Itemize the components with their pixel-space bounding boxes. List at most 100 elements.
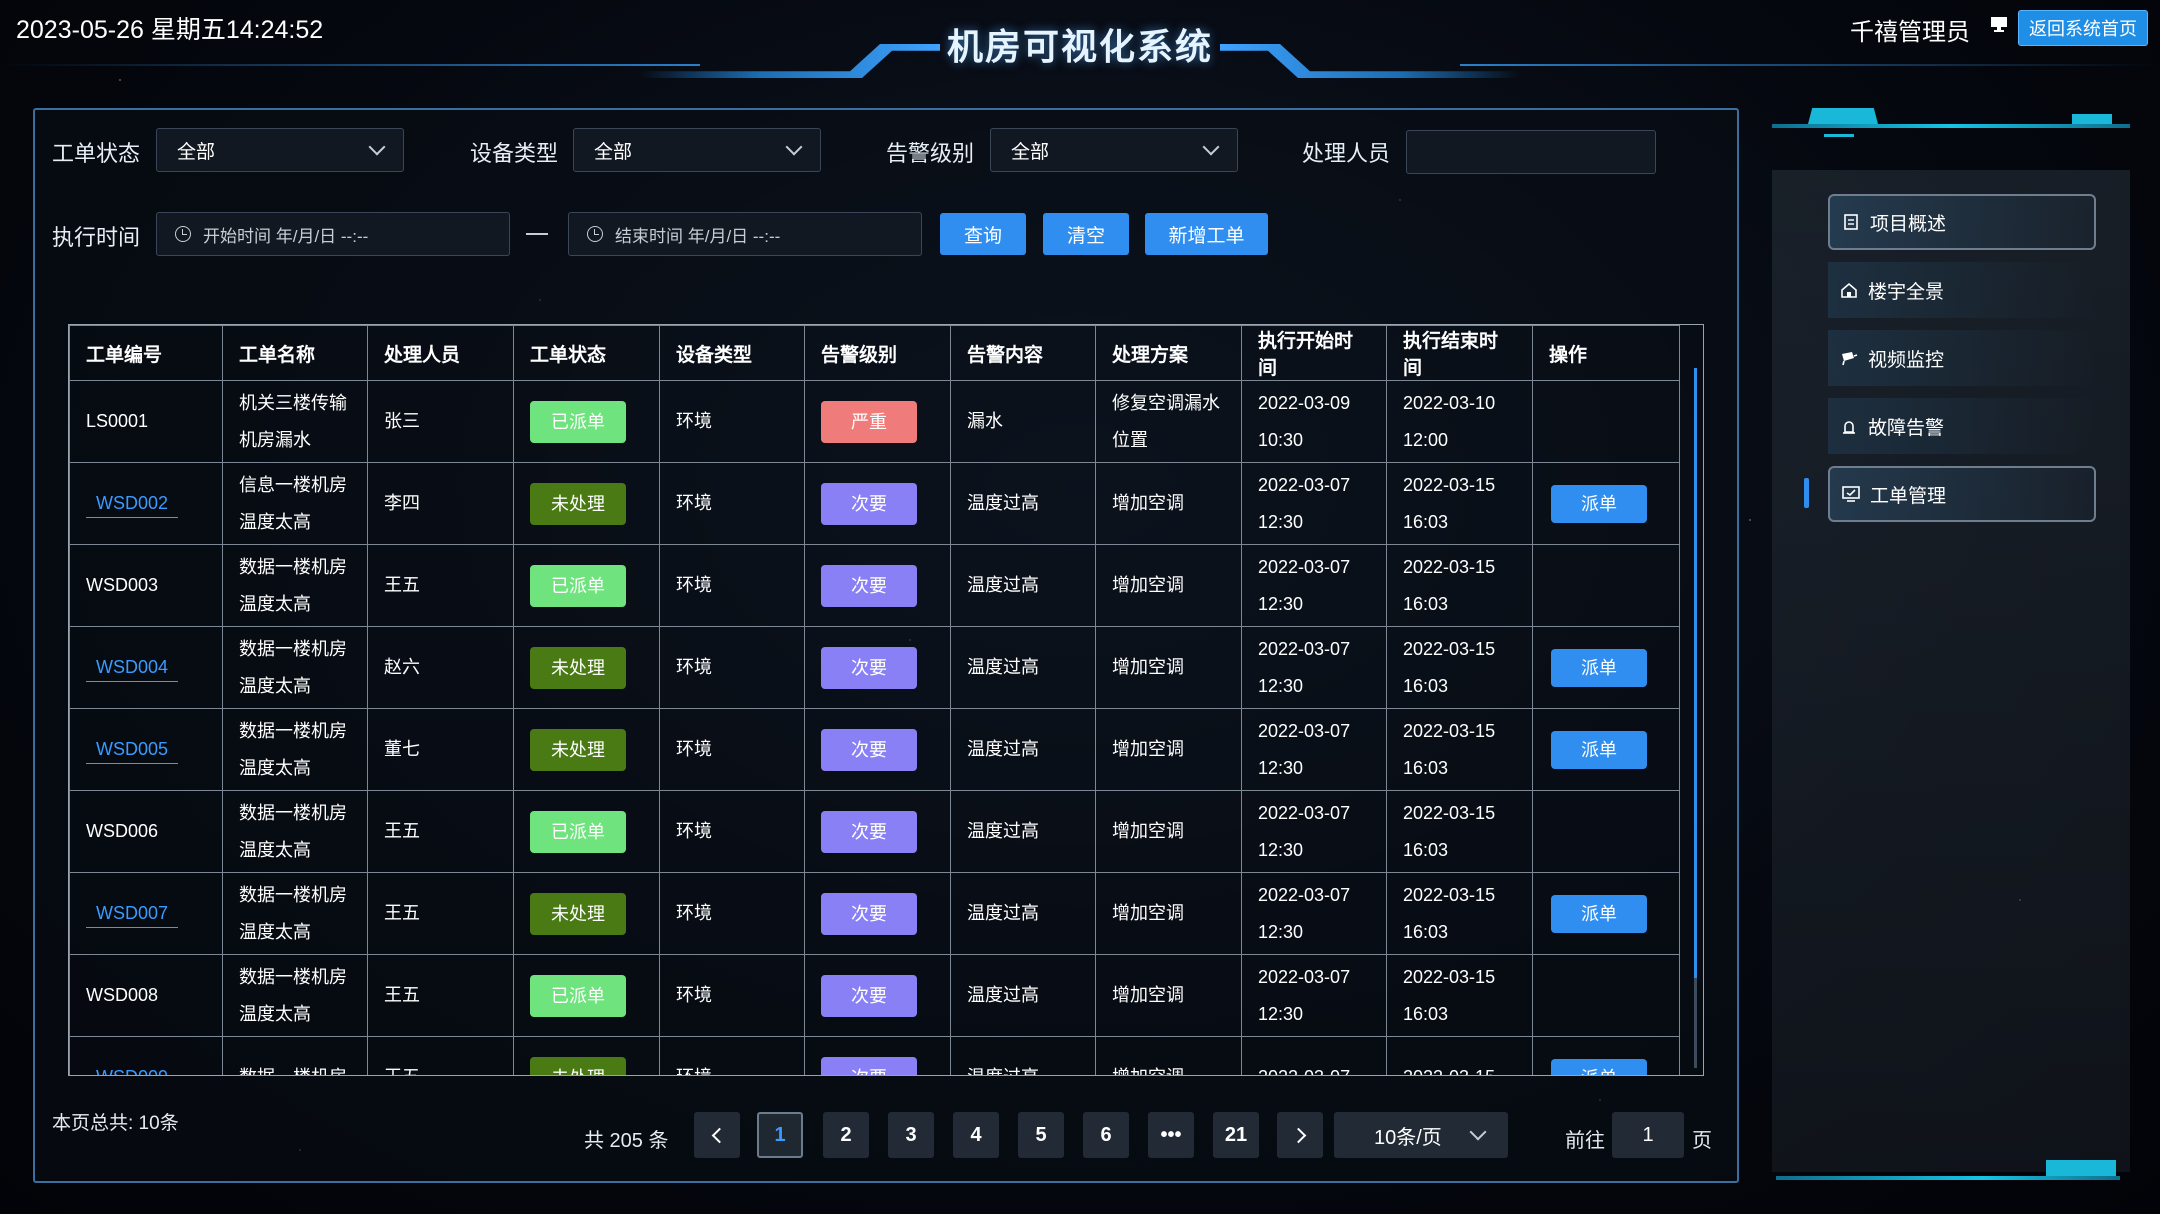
workorder-id-cell[interactable]: WSD009 — [69, 1036, 223, 1075]
page-size-select[interactable]: 10条/页 — [1334, 1112, 1508, 1158]
nav-item-label: 项目概述 — [1870, 213, 1947, 235]
page-button[interactable]: 4 — [953, 1112, 999, 1158]
cell-text: 位置 — [1112, 429, 1148, 450]
operation-cell: 派单 — [1532, 626, 1680, 709]
workorder-id[interactable]: WSD009 — [86, 1067, 179, 1075]
nav-item-5[interactable]: 工单管理 — [1828, 466, 2096, 522]
table-header-row: 工单编号 工单名称 处理人员 工单状态 设备类型 告警级别 告警内容 处理方案 执行开始时间 执行… — [69, 325, 1680, 381]
cell-text: 数据一楼机房 — [239, 556, 347, 577]
alarm-level-badge: 严重 — [821, 400, 917, 443]
dispatch-button[interactable]: 派单 — [1551, 730, 1647, 769]
workorder-id: WSD003 — [86, 575, 159, 595]
page-button[interactable]: 2 — [823, 1112, 869, 1158]
workorder-id[interactable]: WSD002 — [86, 493, 179, 518]
table-row: WSD005 数据一楼机房 温度太高 董七 未处理 环境 次要 温度过高 增加空调 2022-03… — [69, 708, 1680, 791]
dispatch-button[interactable]: 派单 — [1551, 484, 1647, 523]
alarm-content-cell: 温度过高 — [950, 872, 1096, 955]
start-time-cell: 2022-03-07 12:30 — [1241, 626, 1387, 709]
workorder-id-cell[interactable]: WSD002 — [69, 462, 223, 545]
workorder-id: WSD006 — [86, 821, 159, 841]
more-pages-button[interactable]: ••• — [1148, 1112, 1194, 1158]
cell-text: 温度太高 — [239, 1003, 311, 1024]
alarm-content-cell: 温度过高 — [950, 462, 1096, 545]
end-time-cell: 2022-03-15 16:03 — [1386, 708, 1533, 791]
next-page-button[interactable] — [1277, 1112, 1323, 1158]
status-select[interactable]: 全部 — [156, 128, 404, 172]
cell-text: 12:30 — [1258, 1003, 1304, 1024]
cell-text: 数据一楼机房 — [239, 966, 347, 987]
alarm-content-cell: 温度过高 — [950, 954, 1096, 1037]
column-header: 告警级别 — [804, 325, 951, 381]
cell-text: 增加空调 — [1112, 1067, 1184, 1075]
plan-cell: 修复空调漏水 位置 — [1095, 380, 1242, 463]
cell-text: 2022-03-07 — [1258, 638, 1351, 659]
end-time-cell: 2022-03-15 16:03 — [1386, 954, 1533, 1037]
operation-cell — [1532, 544, 1680, 627]
workorder-id-cell[interactable]: WSD007 — [69, 872, 223, 955]
page-button[interactable]: 6 — [1083, 1112, 1129, 1158]
workorder-name-cell: 数据一楼机房 — [222, 1036, 368, 1075]
workorder-id-cell[interactable]: WSD005 — [69, 708, 223, 791]
workorder-name-cell: 数据一楼机房 温度太高 — [222, 954, 368, 1037]
back-to-home-button[interactable]: 返回系统首页 — [2018, 10, 2148, 46]
scrollbar-thumb[interactable] — [1694, 368, 1697, 978]
end-time-input[interactable]: 结束时间 年/月/日 --:-- — [568, 212, 922, 256]
status-badge: 已派单 — [530, 400, 626, 443]
page-button[interactable]: 3 — [888, 1112, 934, 1158]
cell-text: 温度太高 — [239, 675, 311, 696]
add-workorder-button[interactable]: 新增工单 — [1145, 213, 1268, 255]
cell-text: 增加空调 — [1112, 657, 1184, 677]
prev-page-button[interactable] — [694, 1112, 740, 1158]
cell-text: 温度太高 — [239, 757, 311, 778]
plan-cell: 增加空调 — [1095, 708, 1242, 791]
dispatch-button[interactable]: 派单 — [1551, 894, 1647, 933]
alarm-icon — [1840, 418, 1858, 434]
cell-text: 机关三楼传输 — [239, 392, 347, 413]
start-time-input[interactable]: 开始时间 年/月/日 --:-- — [156, 212, 510, 256]
alarm-level-badge: 次要 — [821, 564, 917, 607]
alarm-level-badge: 次要 — [821, 810, 917, 853]
column-header: 处理人员 — [367, 325, 514, 381]
goto-page-input[interactable]: 1 — [1612, 1112, 1684, 1158]
operation-cell: 派单 — [1532, 872, 1680, 955]
query-button[interactable]: 查询 — [940, 213, 1026, 255]
device-select[interactable]: 全部 — [573, 128, 821, 172]
cell-text: 温度太高 — [239, 921, 311, 942]
workorder-id[interactable]: WSD005 — [86, 739, 179, 764]
column-header: 工单编号 — [69, 325, 223, 381]
workorder-id[interactable]: WSD004 — [86, 657, 179, 682]
status-cell: 未处理 — [513, 872, 660, 955]
operation-cell: 派单 — [1532, 708, 1680, 791]
operation-cell — [1532, 380, 1680, 463]
page-button[interactable]: 5 — [1018, 1112, 1064, 1158]
handler-cell: 王五 — [367, 872, 514, 955]
alarm-content-cell: 温度过高 — [950, 626, 1096, 709]
workorder-id[interactable]: WSD007 — [86, 903, 179, 928]
start-time-cell: 2022-03-07 12:30 — [1241, 872, 1387, 955]
alarm-select[interactable]: 全部 — [990, 128, 1238, 172]
end-time-cell: 2022-03-15 — [1386, 1036, 1533, 1075]
workorder-id-cell[interactable]: WSD004 — [69, 626, 223, 709]
cell-text: 增加空调 — [1112, 493, 1184, 513]
nav-item-1[interactable]: 项目概述 — [1828, 194, 2096, 250]
cell-text: 12:30 — [1258, 839, 1304, 860]
clear-button[interactable]: 清空 — [1043, 213, 1129, 255]
user-name[interactable]: 千禧管理员 — [1850, 12, 1970, 47]
start-time-cell: 2022-03-07 12:30 — [1241, 790, 1387, 873]
alarm-content-cell: 温度过高 — [950, 544, 1096, 627]
alarm-level-badge: 次要 — [821, 974, 917, 1017]
workorder-id-cell: WSD003 — [69, 544, 223, 627]
nav-item-2[interactable]: 楼宇全景 — [1828, 262, 2096, 318]
dispatch-button[interactable]: 派单 — [1551, 648, 1647, 687]
page-button[interactable]: 1 — [757, 1112, 803, 1158]
page-button[interactable]: 21 — [1213, 1112, 1259, 1158]
nav-item-4[interactable]: 故障告警 — [1828, 398, 2096, 454]
end-time-cell: 2022-03-15 16:03 — [1386, 790, 1533, 873]
cell-text: 16:03 — [1403, 757, 1449, 778]
page-size-value: 10条/页 — [1374, 1126, 1442, 1149]
dispatch-button[interactable]: 派单 — [1551, 1058, 1647, 1075]
device-cell: 环境 — [659, 462, 805, 545]
handler-input[interactable] — [1406, 130, 1656, 174]
monitor-icon[interactable] — [1990, 16, 2008, 32]
nav-item-3[interactable]: 视频监控 — [1828, 330, 2096, 386]
